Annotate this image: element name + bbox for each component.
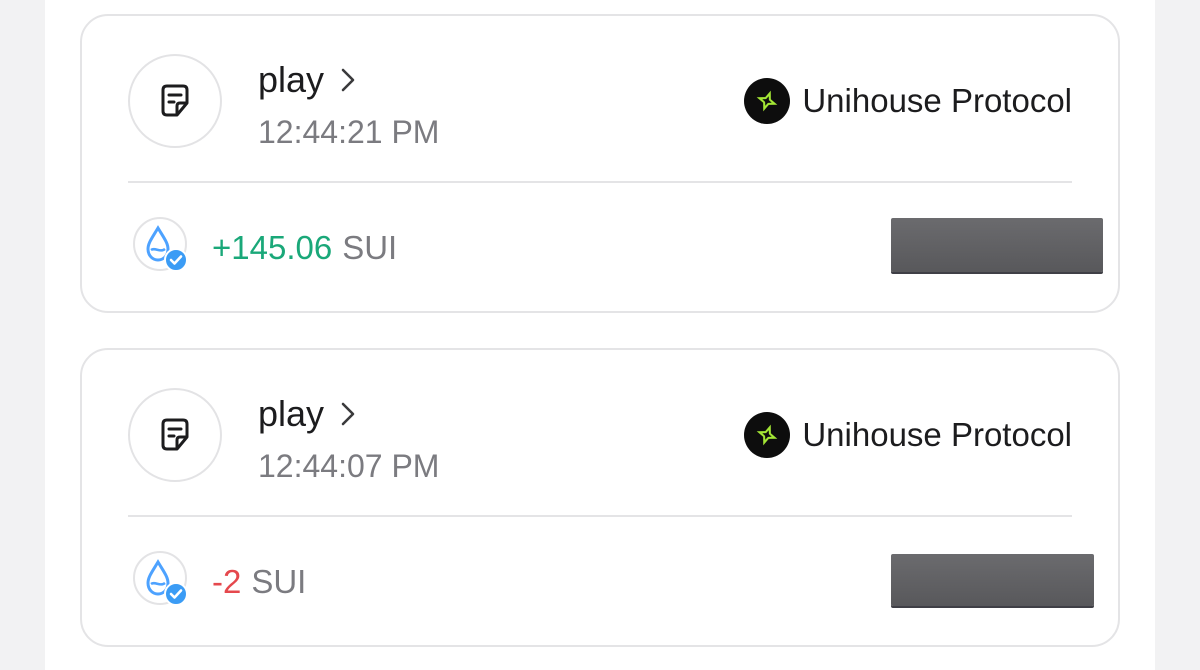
divider (128, 181, 1072, 183)
note-icon (128, 388, 222, 482)
action-link[interactable]: play (258, 394, 356, 434)
sui-verified-icon (132, 550, 192, 610)
protocol-badge[interactable]: Unihouse Protocol (744, 412, 1072, 458)
protocol-name: Unihouse Protocol (802, 82, 1072, 119)
action-link[interactable]: play (258, 60, 356, 100)
redacted-block (891, 218, 1103, 272)
transaction-time: 12:44:07 PM (258, 448, 440, 484)
divider (128, 515, 1072, 517)
unihouse-logo-icon (744, 412, 791, 458)
protocol-name: Unihouse Protocol (802, 416, 1072, 453)
note-icon (128, 54, 222, 148)
amount-value: +145.06 (212, 229, 333, 266)
amount: -2 SUI (212, 562, 306, 602)
transaction-card[interactable]: play 12:44:07 PM Unihouse Protocol -2 SUI (80, 348, 1120, 647)
protocol-badge[interactable]: Unihouse Protocol (744, 78, 1072, 124)
transaction-time: 12:44:21 PM (258, 114, 440, 150)
sui-verified-icon (132, 216, 192, 276)
amount-unit: SUI (342, 229, 398, 266)
amount-value: -2 (212, 563, 242, 600)
action-label: play (258, 393, 325, 434)
transaction-card[interactable]: play 12:44:21 PM Unihouse Protocol +145.… (80, 14, 1120, 313)
redacted-block (891, 554, 1094, 606)
chevron-right-icon (340, 401, 356, 427)
action-label: play (258, 59, 325, 100)
amount-unit: SUI (251, 563, 307, 600)
chevron-right-icon (340, 67, 356, 93)
amount: +145.06 SUI (212, 228, 397, 268)
unihouse-logo-icon (744, 78, 791, 124)
